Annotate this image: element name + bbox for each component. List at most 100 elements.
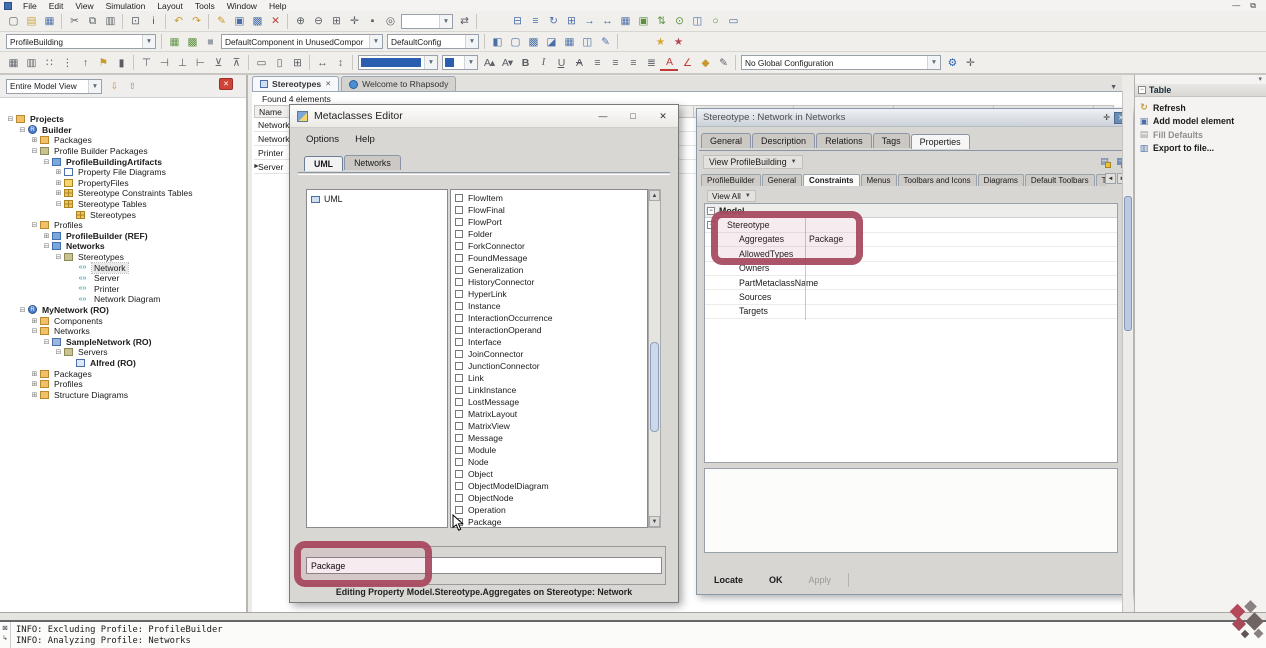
save-icon[interactable]: ▦ [40, 13, 58, 30]
metaclass-item[interactable]: FoundMessage [451, 252, 647, 264]
font-increase-icon[interactable]: A▴ [480, 54, 498, 71]
tab-list-icon[interactable]: ▼ [1105, 84, 1122, 91]
tab-relations[interactable]: Relations [816, 133, 872, 148]
tree-item[interactable]: ⊞Components [4, 315, 246, 326]
close-tab-icon[interactable]: ✕ [325, 80, 331, 88]
flow-tool-icon[interactable]: → [580, 13, 598, 30]
expander-icon[interactable]: ⊞ [30, 317, 39, 325]
metaclass-checkbox[interactable] [455, 218, 463, 226]
tree-item[interactable]: ⊞Stereotype Constraints Tables [4, 188, 246, 199]
rebuild-icon[interactable]: ▩ [183, 33, 201, 50]
image-tool-icon[interactable]: ▣ [634, 13, 652, 30]
metaclasses-list[interactable]: FlowItemFlowFinalFlowPortFolderForkConne… [450, 189, 648, 528]
scroll-up-icon[interactable]: ▲ [649, 190, 660, 201]
layout-edit-icon[interactable]: ✎ [596, 33, 614, 50]
close-icon[interactable]: ✕ [648, 105, 678, 127]
metaclass-item[interactable]: ObjectModelDiagram [451, 480, 647, 492]
subject-tab-constraints[interactable]: Constraints [803, 174, 859, 186]
tree-item[interactable]: «»Server [4, 273, 246, 284]
expander-icon[interactable]: ⊟ [18, 126, 27, 134]
refresh-view-icon[interactable]: ⇄ [455, 13, 473, 30]
expander-icon[interactable]: ⊟ [42, 338, 51, 346]
expander-icon[interactable]: ⊟ [6, 115, 15, 123]
tree-item[interactable]: Stereotypes [4, 209, 246, 220]
tree-item[interactable]: ⊟ProfileBuildingArtifacts [4, 156, 246, 167]
tree-item[interactable]: ⊟Networks [4, 326, 246, 337]
metaclass-item[interactable]: Folder [451, 228, 647, 240]
tab-tags[interactable]: Tags [873, 133, 910, 148]
line-color-icon[interactable]: ∠ [678, 54, 696, 71]
metaclass-item[interactable]: Message [451, 432, 647, 444]
property-row[interactable]: Sources [705, 290, 1117, 304]
scroll-down-icon[interactable]: ▼ [649, 516, 660, 527]
undo-icon[interactable]: ↶ [169, 13, 187, 30]
build-icon[interactable]: ▦ [165, 33, 183, 50]
metaclass-checkbox[interactable] [455, 470, 463, 478]
layout-left-icon[interactable]: ◧ [488, 33, 506, 50]
tree-item[interactable]: ⊟Projects [4, 114, 246, 125]
underline-icon[interactable]: U [552, 54, 570, 71]
expander-icon[interactable]: ⊞ [54, 179, 63, 187]
settings-icon[interactable]: ⚙ [943, 54, 961, 71]
metaclass-checkbox[interactable] [455, 458, 463, 466]
relation-tool-icon[interactable]: ↔ [598, 13, 616, 30]
menu-simulation[interactable]: Simulation [100, 1, 152, 11]
tree-item[interactable]: ⊟RBuilder [4, 125, 246, 136]
tree-item[interactable]: ⊟Stereotypes [4, 252, 246, 263]
action-export-to-file-[interactable]: ▥Export to file... [1139, 142, 1263, 156]
redo-icon[interactable]: ↷ [187, 13, 205, 30]
print-icon[interactable]: ⊡ [126, 13, 144, 30]
property-row[interactable]: Owners [705, 262, 1117, 276]
subject-tab-general[interactable]: General [762, 174, 802, 186]
grid-icon[interactable]: ▦ [4, 54, 22, 71]
subject-tab-profilebuilder[interactable]: ProfileBuilder [701, 174, 761, 186]
metaclass-item[interactable]: Interface [451, 336, 647, 348]
config-select[interactable]: DefaultConfig▼ [387, 34, 479, 49]
minimize-window-icon[interactable]: — [1232, 1, 1240, 11]
dialog-tab-uml[interactable]: UML [304, 156, 343, 171]
align-right-icon[interactable]: ⊣ [155, 54, 173, 71]
tree-item[interactable]: ⊟RMyNetwork (RO) [4, 305, 246, 316]
swap-tool-icon[interactable]: ⇅ [652, 13, 670, 30]
metaclass-item[interactable]: LostMessage [451, 396, 647, 408]
stop-build-icon[interactable]: ■ [201, 33, 219, 50]
zoom-out-icon[interactable]: ⊖ [309, 13, 327, 30]
metaclass-checkbox[interactable] [455, 326, 463, 334]
menu-edit[interactable]: Edit [43, 1, 70, 11]
menu-view[interactable]: View [69, 1, 99, 11]
view-profile-dropdown[interactable]: View ProfileBuilding ▼ [703, 155, 803, 169]
workarea-scrollbar[interactable] [1122, 91, 1133, 612]
metaclass-checkbox[interactable] [455, 194, 463, 202]
expander-icon[interactable]: ⊟ [42, 242, 51, 250]
features-tool-icon[interactable]: ⊟ [508, 13, 526, 30]
tree-item[interactable]: ⊞ProfileBuilder (REF) [4, 231, 246, 242]
state-tool-icon[interactable]: ○ [706, 13, 724, 30]
log-nav-icon[interactable]: ↳ [2, 634, 7, 642]
layout-bottom-icon[interactable]: ◪ [542, 33, 560, 50]
capture-icon[interactable]: ▩ [248, 13, 266, 30]
menu-file[interactable]: File [17, 1, 43, 11]
metaclass-checkbox[interactable] [455, 386, 463, 394]
rotate-tool-icon[interactable]: ↻ [544, 13, 562, 30]
format-pen-icon[interactable]: ✎ [212, 13, 230, 30]
metaclass-item[interactable]: ✓Package [451, 516, 647, 528]
dialog-tab-networks[interactable]: Networks [344, 155, 401, 170]
pin-icon[interactable]: ✛ [1103, 113, 1110, 122]
menu-window[interactable]: Window [221, 1, 263, 11]
metaclass-item[interactable]: Object [451, 468, 647, 480]
metaclass-item[interactable]: Node [451, 456, 647, 468]
tab-general[interactable]: General [701, 133, 751, 148]
add-property-icon[interactable]: ▤ [1098, 156, 1111, 168]
open-icon[interactable]: ▤ [22, 13, 40, 30]
metaclass-item[interactable]: FlowFinal [451, 204, 647, 216]
scrollbar-thumb[interactable] [650, 342, 659, 432]
metaclass-item[interactable]: HyperLink [451, 288, 647, 300]
scrollbar-thumb[interactable] [1124, 196, 1132, 331]
metamodel-root-item[interactable]: UML [311, 194, 443, 204]
property-row[interactable]: AggregatesPackage [705, 233, 1117, 247]
properties-grid[interactable]: −Model−StereotypeAggregatesPackageAllowe… [704, 203, 1118, 463]
metaclass-item[interactable]: JunctionConnector [451, 360, 647, 372]
list-scrollbar[interactable]: ▲ ▼ [648, 189, 661, 528]
space-h-icon[interactable]: ↔ [313, 54, 331, 71]
layout-window-icon[interactable]: ▢ [506, 33, 524, 50]
